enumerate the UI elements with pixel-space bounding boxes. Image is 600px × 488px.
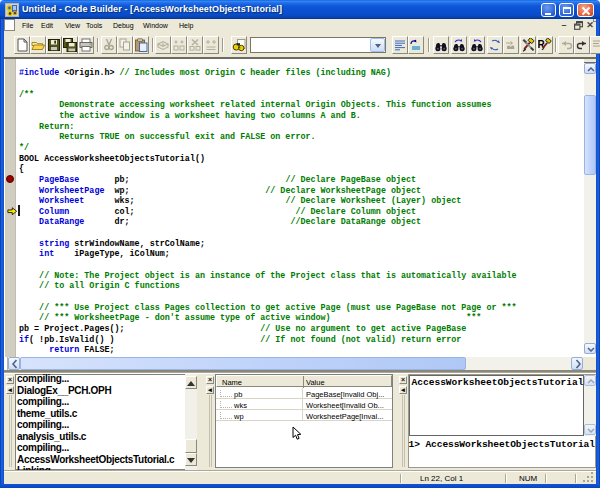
svg-text:R: R <box>538 39 546 50</box>
